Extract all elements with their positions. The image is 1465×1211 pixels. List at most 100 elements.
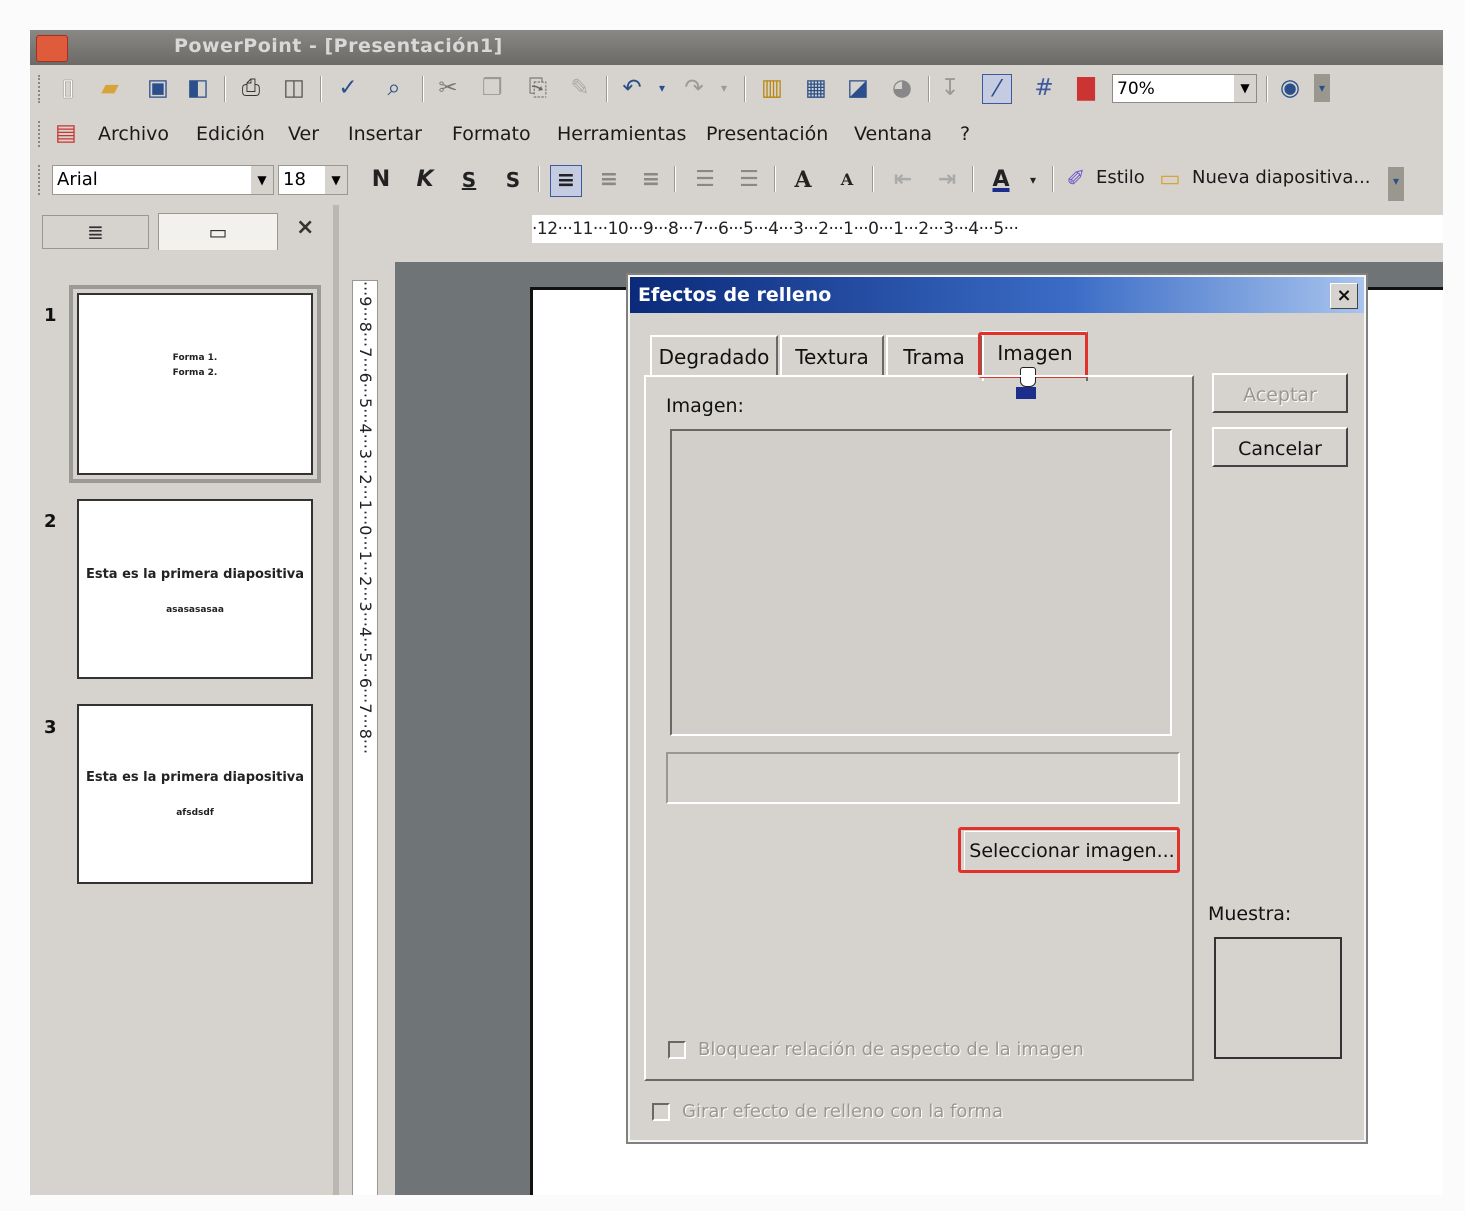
menu-herramientas[interactable]: Herramientas [557,123,686,145]
color-grayscale-icon[interactable]: ◕ [888,74,916,102]
insert-chart-icon[interactable]: ▥ [758,74,786,102]
color-icon[interactable]: ▇ [1072,74,1100,102]
tab-trama[interactable]: Trama [886,335,982,377]
close-pane-button[interactable]: × [296,215,314,240]
tab-slides[interactable]: ▭ [158,213,278,250]
tab-outline[interactable]: ≣ [42,215,149,249]
decrease-indent-icon[interactable]: ⇤ [888,165,918,195]
slide-number: 1 [44,305,57,326]
chevron-down-icon[interactable]: ▾ [1018,165,1048,195]
cut-icon[interactable]: ✂ [434,74,462,102]
underline-button[interactable]: S [454,165,484,195]
redo-dropdown-icon[interactable]: ▾ [710,74,738,102]
formatting-toolbar: Arial ▼ 18 ▼ N K S S ≡ ≡ ≡ ☰ ☰ A A ⇤ ⇥ A… [30,155,1443,205]
chevron-down-icon[interactable]: ▼ [325,166,347,194]
research-icon[interactable]: ⌕ [380,74,408,102]
toolbar-separator [422,76,424,102]
lock-aspect-checkbox[interactable] [668,1041,686,1059]
show-formatting-icon[interactable]: ⁄ [982,74,1012,104]
new-slide-icon[interactable]: ▭ [1156,165,1184,193]
align-left-icon[interactable]: ≡ [550,165,582,197]
toolbar-options-icon[interactable]: ▾ [1314,74,1330,102]
font-size-select[interactable]: 18 ▼ [278,165,348,195]
decrease-font-size-icon[interactable]: A [832,165,862,195]
menu-bar: ▤ Archivo Edición Ver Insertar Formato H… [30,115,1443,155]
rotate-fill-checkbox[interactable] [652,1103,670,1121]
align-right-icon[interactable]: ≡ [636,165,666,195]
tab-textura[interactable]: Textura [780,335,884,377]
toolbar-separator [928,76,930,102]
save-icon[interactable]: ▣ [144,74,172,102]
pane-splitter[interactable] [333,205,339,1195]
numbering-icon[interactable]: ☰ [690,165,720,195]
font-select[interactable]: Arial ▼ [52,165,274,195]
bullets-icon[interactable]: ☰ [734,165,764,195]
undo-icon[interactable]: ↶ [618,74,646,102]
slides-icon: ▭ [208,220,228,244]
italic-button[interactable]: K [410,165,440,195]
redo-icon[interactable]: ↷ [680,74,708,102]
expand-all-icon[interactable]: ↧ [936,74,964,102]
zoom-value: 70% [1117,79,1155,99]
format-painter-icon[interactable]: ✎ [566,74,594,102]
image-label: Imagen: [666,395,744,417]
print-icon[interactable]: ⎙ [237,74,265,102]
paste-icon[interactable]: ⎘ [524,74,552,102]
bold-button[interactable]: N [366,165,396,195]
toolbar-separator [674,166,676,192]
undo-dropdown-icon[interactable]: ▾ [648,74,676,102]
dialog-close-button[interactable]: × [1330,283,1358,309]
toolbar-grip[interactable] [38,75,43,103]
menu-edicion[interactable]: Edición [196,123,265,145]
toolbar-options-icon[interactable]: ▾ [1388,167,1404,201]
open-icon[interactable]: ▰ [96,74,124,102]
vertical-ruler-ticks: ···9···8···7···6···5···4···3···2···1···0… [356,281,375,755]
tables-borders-icon[interactable]: ◪ [844,74,872,102]
document-icon[interactable]: ▤ [52,119,80,147]
slide-thumbnail-2[interactable]: Esta es la primera diapositiva asasasasa… [77,499,313,679]
new-icon[interactable]: ▯ [54,74,82,102]
menu-ventana[interactable]: Ventana [854,123,932,145]
tab-degradado[interactable]: Degradado [650,335,778,377]
menu-presentacion[interactable]: Presentación [706,123,828,145]
toolbar-separator [872,166,874,192]
design-icon[interactable]: ✐ [1062,165,1090,193]
toolbar-separator [744,76,746,102]
increase-font-size-icon[interactable]: A [788,165,818,195]
grid-icon[interactable]: # [1030,74,1058,102]
font-color-icon[interactable]: A [986,165,1016,195]
align-center-icon[interactable]: ≡ [594,165,624,195]
menu-ver[interactable]: Ver [288,123,319,145]
slide-text: Esta es la primera diapositiva [85,567,305,582]
help-icon[interactable]: ◉ [1276,74,1304,102]
permission-icon[interactable]: ◧ [184,74,212,102]
slide-thumbnail-1[interactable]: Forma 1. Forma 2. [69,285,321,483]
sample-preview [1214,937,1342,1059]
insert-table-icon[interactable]: ▦ [802,74,830,102]
print-preview-icon[interactable]: ◫ [280,74,308,102]
dialog-title-bar[interactable]: Efectos de relleno × [630,277,1364,313]
spelling-icon[interactable]: ✓ [334,74,362,102]
cancel-button[interactable]: Cancelar [1212,427,1348,467]
slide-text: asasasasaa [166,605,224,615]
slide-thumbnail-3[interactable]: Esta es la primera diapositiva afsdsdf [77,704,313,884]
slide-number: 2 [44,511,57,532]
powerpoint-app-icon[interactable] [36,35,68,62]
accept-button[interactable]: Aceptar [1212,373,1348,413]
toolbar-grip[interactable] [38,165,43,195]
increase-indent-icon[interactable]: ⇥ [932,165,962,195]
chevron-down-icon[interactable]: ▼ [251,166,273,194]
zoom-select[interactable]: 70% ▼ [1112,74,1257,103]
menu-insertar[interactable]: Insertar [348,123,422,145]
font-value: Arial [57,169,98,190]
slide-text: Esta es la primera diapositiva [85,770,305,785]
shadow-button[interactable]: S [498,165,528,195]
menu-help[interactable]: ? [960,123,970,145]
design-button[interactable]: Estilo [1096,167,1145,188]
new-slide-button[interactable]: Nueva diapositiva... [1192,167,1371,188]
chevron-down-icon[interactable]: ▼ [1234,75,1256,102]
copy-icon[interactable]: ❐ [478,74,506,102]
menu-formato[interactable]: Formato [452,123,531,145]
menubar-grip[interactable] [38,121,43,147]
menu-archivo[interactable]: Archivo [98,123,169,145]
